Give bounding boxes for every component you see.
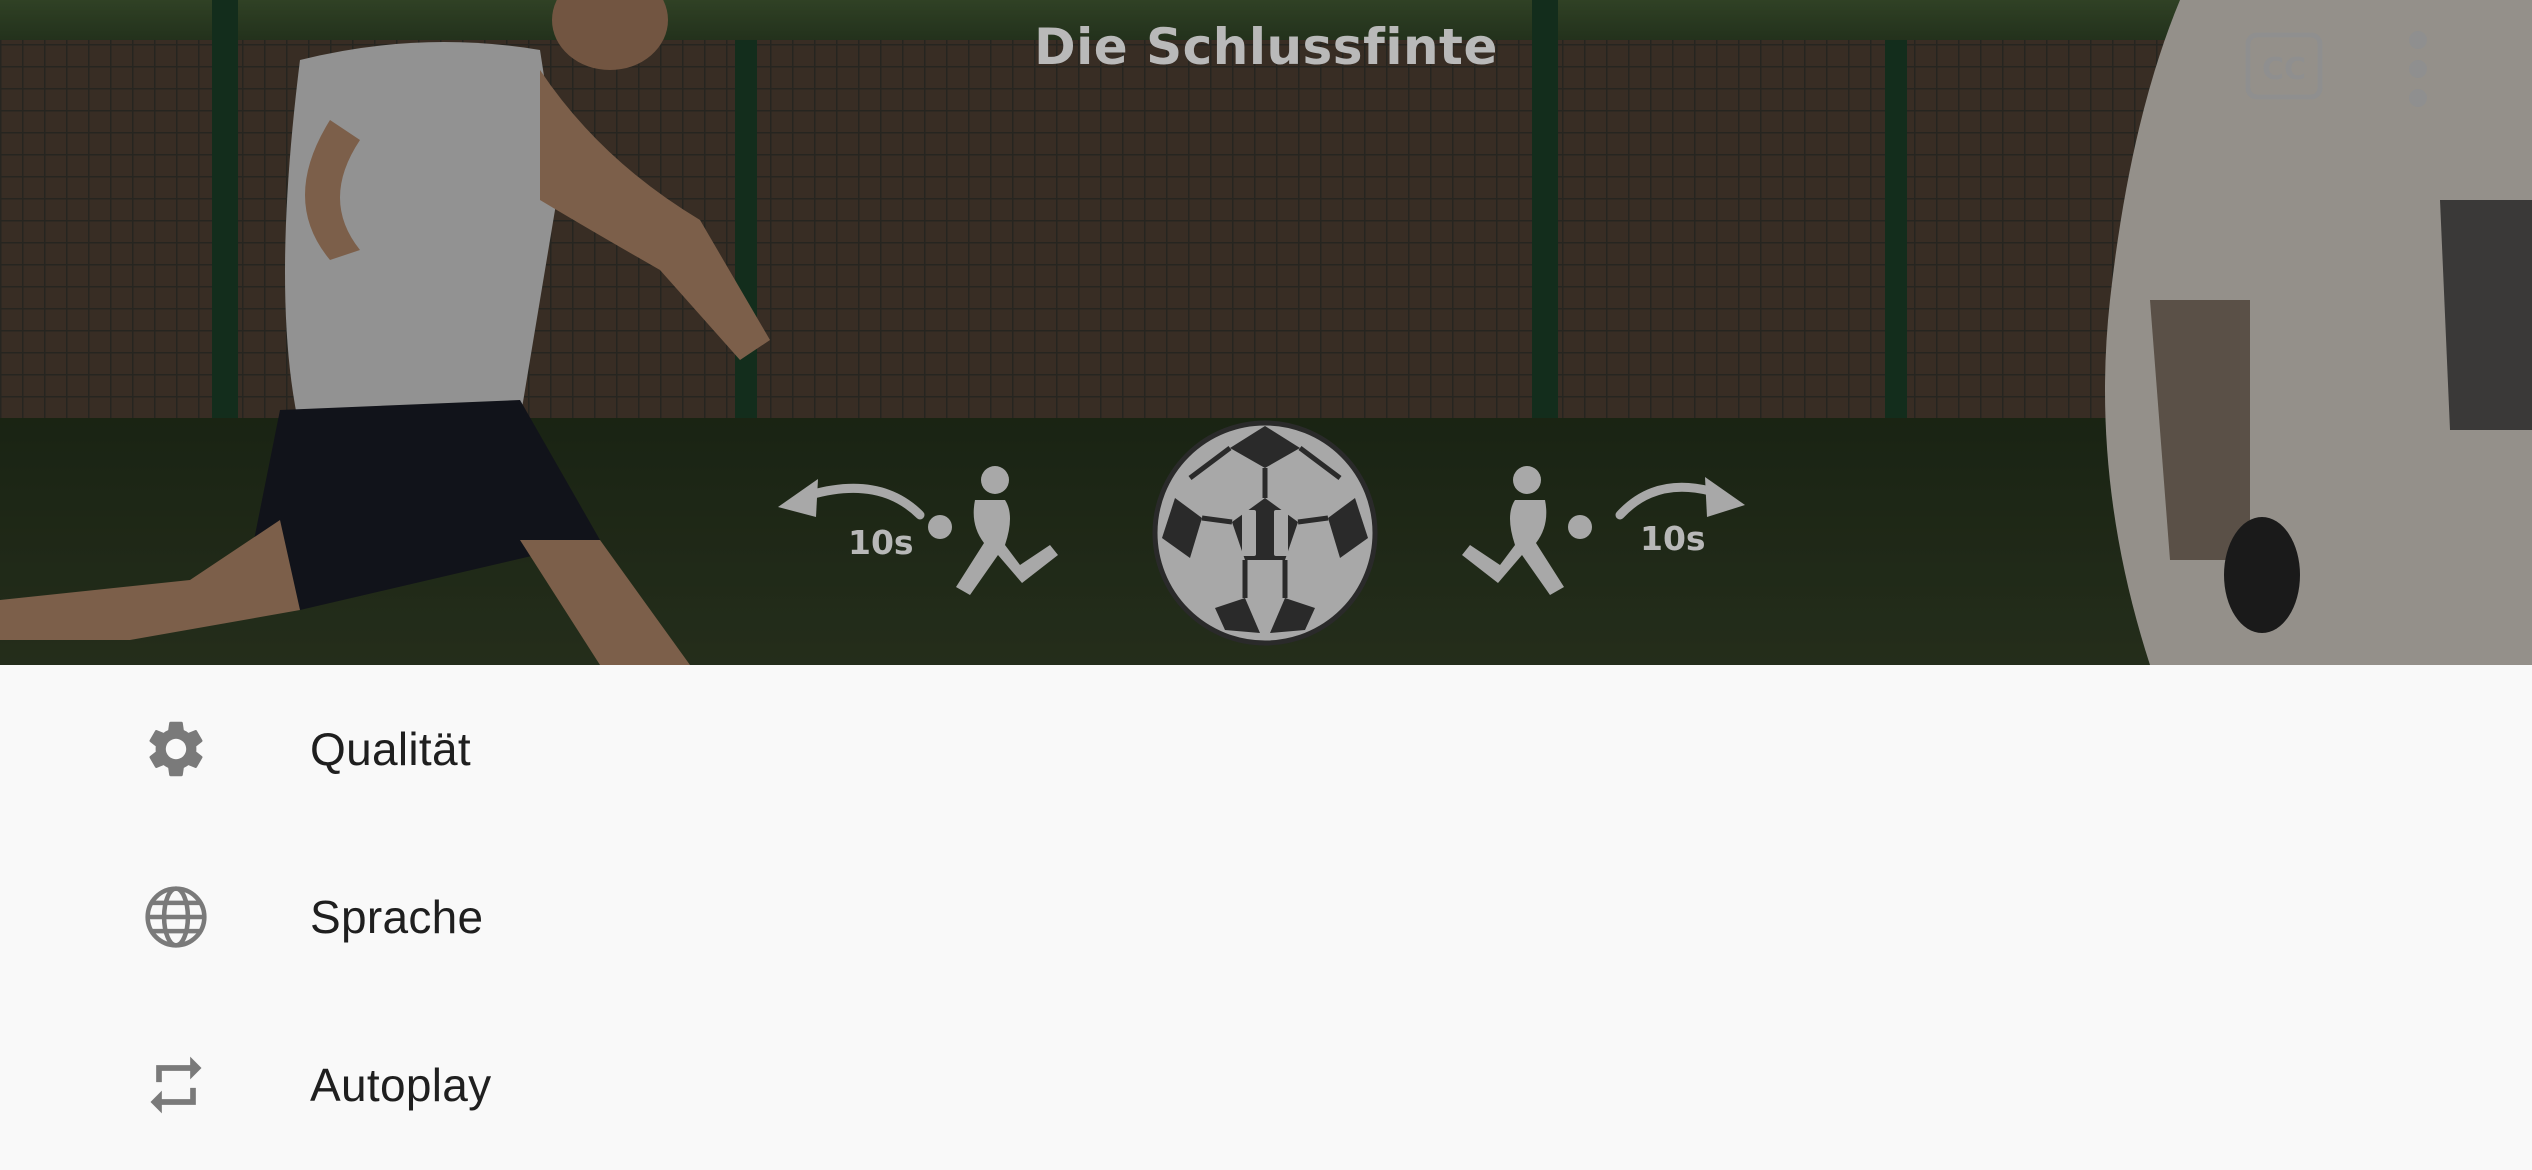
menu-item-label: Sprache (310, 891, 484, 943)
rewind-10s-icon (778, 466, 1058, 595)
closed-captions-icon: CC (2245, 32, 2323, 100)
menu-item-language[interactable]: Sprache (0, 833, 2532, 1001)
soccer-ball-pause-icon (1152, 420, 1378, 646)
menu-item-label: Autoplay (310, 1059, 492, 1111)
svg-text:CC: CC (2262, 52, 2306, 87)
repeat-icon (150, 1056, 202, 1114)
menu-item-label: Qualität (310, 723, 471, 775)
play-pause-button[interactable] (1150, 418, 1380, 648)
video-title: Die Schlussfinte (1034, 18, 1498, 76)
menu-item-autoplay[interactable]: Autoplay (0, 1001, 2532, 1169)
forward-label: 10s (1640, 519, 1706, 558)
rewind-10s-button[interactable]: 10s (770, 455, 1060, 605)
globe-icon (145, 886, 207, 948)
more-options-button[interactable] (2395, 28, 2441, 110)
forward-10s-button[interactable]: 10s (1455, 455, 1745, 605)
rewind-label: 10s (848, 523, 914, 562)
closed-captions-button[interactable]: CC (2245, 32, 2323, 100)
settings-menu: Qualität Sprache Autoplay (0, 665, 2532, 1170)
video-player[interactable]: Die Schlussfinte CC 10s 10s (0, 0, 2532, 665)
more-vertical-icon (2409, 31, 2427, 107)
menu-item-quality[interactable]: Qualität (0, 665, 2532, 833)
gear-icon (149, 721, 203, 777)
